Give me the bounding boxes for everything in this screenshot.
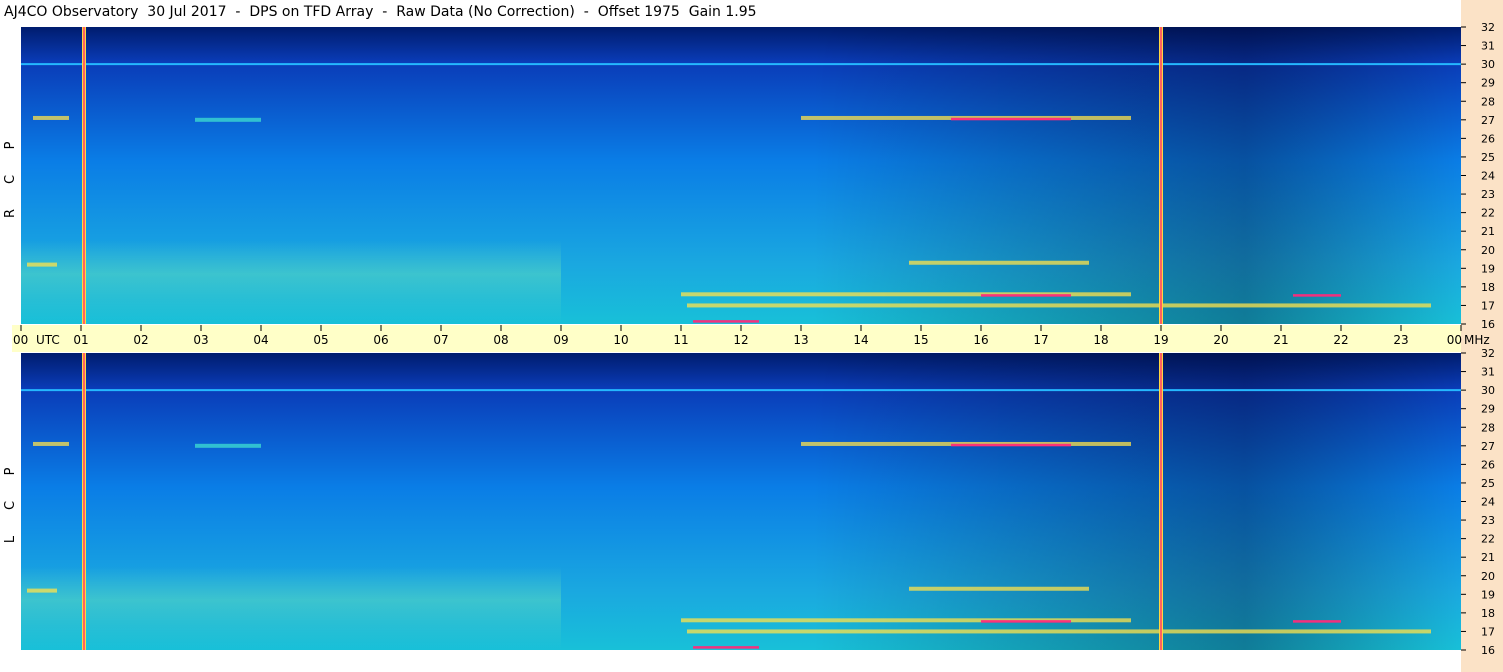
x-tick-label: 05 xyxy=(313,333,328,347)
rcp-emission-feature xyxy=(909,260,1089,265)
rcp-emission-feature xyxy=(693,320,759,323)
rcp-y-tick-label: 27 xyxy=(1481,114,1495,127)
x-tick-label: 06 xyxy=(373,333,388,347)
rcp-low-freq-glow xyxy=(21,240,561,324)
rcp-y-tick-label: 21 xyxy=(1481,225,1495,238)
rcp-emission-feature xyxy=(195,117,261,122)
rcp-emission-feature xyxy=(687,303,1431,308)
x-tick-label: 02 xyxy=(133,333,148,347)
x-tick-label: 01 xyxy=(73,333,88,347)
x-tick-label: 17 xyxy=(1033,333,1048,347)
x-tick-label: 21 xyxy=(1273,333,1288,347)
rcp-y-tick-label: 29 xyxy=(1481,77,1495,90)
lcp-side-label-letter: C xyxy=(3,501,18,510)
x-tick-label: 00 xyxy=(13,333,28,347)
x-tick-label: 07 xyxy=(433,333,448,347)
rcp-y-tick-label: 18 xyxy=(1481,281,1495,294)
lcp-emission-feature xyxy=(951,443,1071,447)
rcp-y-tick-label: 24 xyxy=(1481,170,1495,183)
rcp-y-tick-label: 30 xyxy=(1481,58,1495,71)
lcp-y-tick-label: 27 xyxy=(1481,440,1495,453)
x-tick-label: 08 xyxy=(493,333,508,347)
rcp-y-tick-label: 19 xyxy=(1481,262,1495,275)
x-tick-label: 18 xyxy=(1093,333,1108,347)
lcp-y-tick-label: 18 xyxy=(1481,607,1495,620)
x-tick-label: 15 xyxy=(913,333,928,347)
lcp-y-tick-label: 25 xyxy=(1481,477,1495,490)
rcp-y-tick-label: 25 xyxy=(1481,151,1495,164)
x-tick-label: 12 xyxy=(733,333,748,347)
lcp-y-tick-label: 17 xyxy=(1481,625,1495,638)
x-tick-label: 00 xyxy=(1447,333,1462,347)
x-tick-label: 10 xyxy=(613,333,628,347)
rcp-y-tick-label: 17 xyxy=(1481,299,1495,312)
lcp-y-tick-label: 31 xyxy=(1481,366,1495,379)
lcp-y-tick-label: 21 xyxy=(1481,551,1495,564)
rcp-y-tick-label: 26 xyxy=(1481,132,1495,145)
lcp-emission-feature xyxy=(693,646,759,649)
spectrogram-chart: 32 31 30 29 28 27 26 25 24 23 22 21 20 19 18 17 16 R C P 32 3… xyxy=(3,0,1503,672)
lcp-emission-feature xyxy=(909,586,1089,591)
rcp-y-tick-label: 20 xyxy=(1481,244,1495,257)
rcp-emission-feature xyxy=(951,117,1071,121)
x-tick-label: 16 xyxy=(973,333,988,347)
x-tick-label: 20 xyxy=(1213,333,1228,347)
rcp-y-tick-label: 28 xyxy=(1481,95,1495,108)
rcp-emission-feature xyxy=(27,262,57,267)
x-tick-label: 19 xyxy=(1153,333,1168,347)
lcp-side-label-letter: L xyxy=(3,535,18,543)
rcp-side-label-letter: P xyxy=(3,141,18,149)
rcp-side-label-letter: R xyxy=(3,209,18,218)
lcp-y-tick-label: 26 xyxy=(1481,458,1495,471)
x-tick-label: 03 xyxy=(193,333,208,347)
rcp-y-tick-label: 22 xyxy=(1481,207,1495,220)
lcp-emission-feature xyxy=(27,588,57,593)
lcp-emission-feature xyxy=(1293,620,1341,623)
rcp-emission-feature xyxy=(981,294,1071,297)
lcp-emission-feature xyxy=(195,443,261,448)
rcp-y-tick-label: 32 xyxy=(1481,21,1495,34)
lcp-low-freq-glow xyxy=(21,566,561,650)
x-tick-label: 13 xyxy=(793,333,808,347)
lcp-y-tick-label: 30 xyxy=(1481,384,1495,397)
lcp-y-tick-label: 29 xyxy=(1481,403,1495,416)
lcp-y-tick-label: 24 xyxy=(1481,496,1495,509)
x-unit-label: UTC xyxy=(36,333,60,347)
lcp-side-label-letter: P xyxy=(3,467,18,475)
x-tick-label: 14 xyxy=(853,333,868,347)
x-tick-label: 11 xyxy=(673,333,688,347)
rcp-side-label-letter: C xyxy=(3,175,18,184)
lcp-y-tick-label: 22 xyxy=(1481,533,1495,546)
y-unit-label: MHz xyxy=(1464,333,1490,347)
x-tick-label: 09 xyxy=(553,333,568,347)
lcp-emission-feature xyxy=(687,629,1431,634)
x-tick-label: 23 xyxy=(1393,333,1408,347)
lcp-y-tick-label: 16 xyxy=(1481,644,1495,657)
lcp-y-tick-label: 20 xyxy=(1481,570,1495,583)
lcp-emission-feature xyxy=(33,441,69,446)
rcp-emission-feature xyxy=(1293,294,1341,297)
x-tick-label: 22 xyxy=(1333,333,1348,347)
lcp-y-tick-label: 28 xyxy=(1481,421,1495,434)
rcp-y-tick-label: 16 xyxy=(1481,318,1495,331)
rcp-y-tick-label: 23 xyxy=(1481,188,1495,201)
lcp-y-tick-label: 23 xyxy=(1481,514,1495,527)
lcp-emission-feature xyxy=(981,620,1071,623)
rcp-y-tick-label: 31 xyxy=(1481,40,1495,53)
lcp-y-tick-label: 32 xyxy=(1481,347,1495,360)
lcp-y-tick-label: 19 xyxy=(1481,588,1495,601)
rcp-emission-feature xyxy=(33,115,69,120)
x-tick-label: 04 xyxy=(253,333,268,347)
